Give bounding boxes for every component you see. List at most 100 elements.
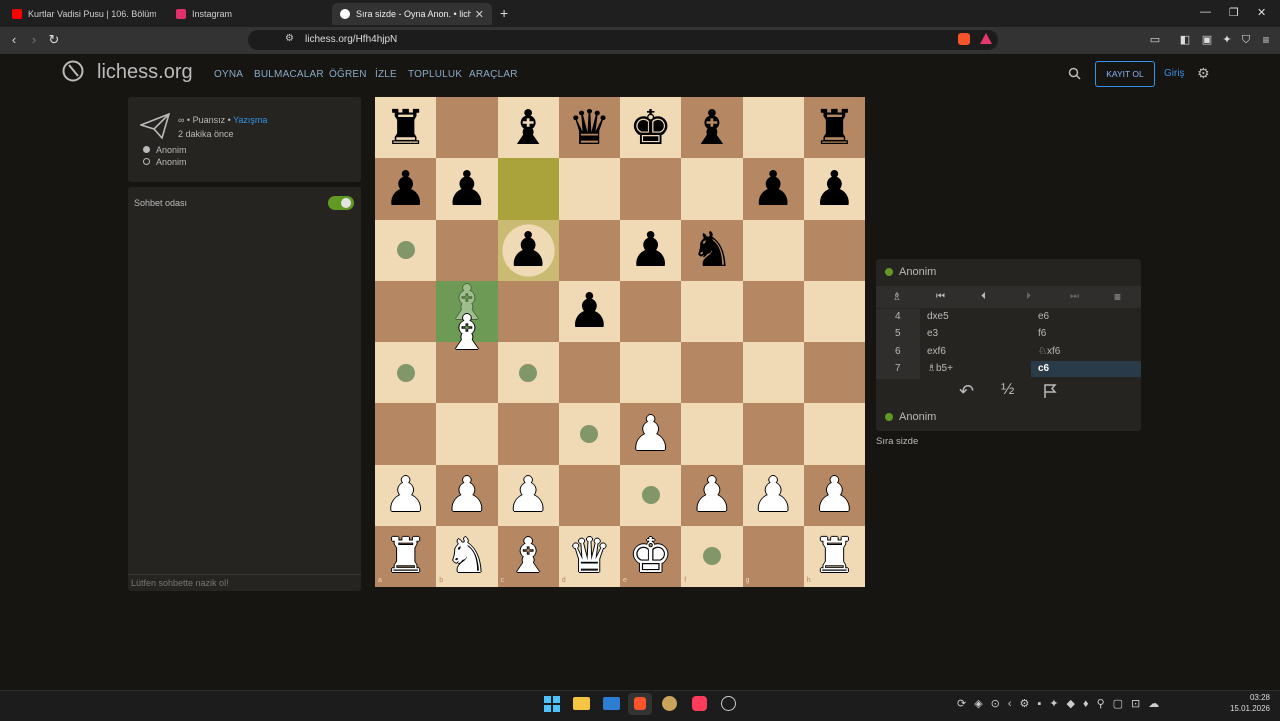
browser-tab-instagram[interactable]: Instagram bbox=[168, 3, 328, 25]
square-d7[interactable] bbox=[558, 158, 620, 220]
photos-icon[interactable] bbox=[603, 697, 620, 710]
square-g5[interactable] bbox=[742, 280, 804, 342]
black-player-name[interactable]: Anonim bbox=[156, 157, 187, 167]
white-rook-h1[interactable]: ♜ bbox=[804, 526, 865, 587]
clock-date[interactable]: 15.01.2026 bbox=[1224, 704, 1270, 713]
square-f4[interactable] bbox=[681, 342, 743, 404]
black-pawn-h7[interactable]: ♟ bbox=[804, 158, 865, 219]
move-dest-e2[interactable] bbox=[641, 486, 660, 505]
clock-time[interactable]: 03:28 bbox=[1244, 693, 1270, 702]
minimize-icon[interactable]: — bbox=[1200, 6, 1211, 18]
square-b8[interactable] bbox=[436, 97, 498, 159]
chatgpt-icon[interactable] bbox=[721, 696, 736, 711]
move-dest-a4[interactable] bbox=[396, 363, 415, 382]
black-rook-h8[interactable]: ♜ bbox=[804, 97, 865, 158]
square-b6[interactable] bbox=[436, 219, 498, 281]
white-pawn-a2[interactable]: ♟ bbox=[375, 465, 436, 526]
white-king-e1[interactable]: ♚ bbox=[620, 526, 681, 587]
browser-tab-youtube[interactable]: Kurtlar Vadisi Pusu | 106. Bölüm | Yük bbox=[4, 3, 164, 25]
black-pawn-d5[interactable]: ♟ bbox=[559, 281, 620, 342]
white-pawn-e3[interactable]: ♟ bbox=[620, 403, 681, 464]
forward-icon[interactable]: › bbox=[26, 32, 42, 48]
move-white[interactable]: dxe5 bbox=[927, 311, 949, 322]
nav-learn[interactable]: ÖĞREN bbox=[329, 69, 367, 80]
close-tab-icon[interactable]: ✕ bbox=[475, 8, 484, 21]
new-tab-icon[interactable]: + bbox=[500, 5, 508, 21]
black-pawn-b7[interactable]: ♟ bbox=[436, 158, 497, 219]
square-h5[interactable] bbox=[803, 280, 865, 342]
login-link[interactable]: Giriş bbox=[1164, 68, 1185, 79]
next-move-icon[interactable]: ⏵ bbox=[1026, 291, 1031, 302]
white-rook-a1[interactable]: ♜ bbox=[375, 526, 436, 587]
square-e7[interactable] bbox=[620, 158, 682, 220]
file-explorer-icon[interactable] bbox=[573, 697, 590, 710]
offer-draw-button[interactable]: ½ bbox=[1001, 381, 1014, 399]
black-pawn-g7[interactable]: ♟ bbox=[743, 158, 804, 219]
prev-move-icon[interactable]: ⏴ bbox=[981, 291, 986, 302]
black-queen-d8[interactable]: ♛ bbox=[559, 97, 620, 158]
music-app-icon[interactable] bbox=[692, 696, 707, 711]
game-app-icon[interactable] bbox=[662, 696, 677, 711]
windows-start-icon[interactable] bbox=[544, 696, 560, 712]
bottom-player-name[interactable]: Anonim bbox=[899, 411, 936, 423]
square-f7[interactable] bbox=[681, 158, 743, 220]
chat-input[interactable]: Lütfen sohbette nazik ol! bbox=[131, 578, 229, 588]
chess-board[interactable]: ♜ ♝ ♛ ♚ ♝ ♜ ♟ ♟ ♟ ♟ ♟ ♟ ♞ ♟ ♟ ♟ ♟ ♟ ♟ ♟ ♟ ♜ ♞ ♝ ♛ ♚ ♜ ♝ ♝ 8 7 6 5 4 3 2 1 a b c… bbox=[375, 97, 865, 587]
white-queen-d1[interactable]: ♛ bbox=[559, 526, 620, 587]
leo-icon[interactable]: ✦ bbox=[1219, 32, 1235, 48]
correspondence-link[interactable]: Yazışma bbox=[233, 115, 267, 125]
square-g3[interactable] bbox=[742, 403, 804, 465]
square-d2[interactable] bbox=[558, 464, 620, 526]
browser-tab-lichess[interactable]: Sıra sizde - Oyna Anon. • lich ✕ bbox=[332, 3, 492, 25]
square-d4[interactable] bbox=[558, 342, 620, 404]
white-pawn-h2[interactable]: ♟ bbox=[804, 465, 865, 526]
nav-puzzles[interactable]: BULMACALAR bbox=[254, 69, 324, 80]
vpn-icon[interactable]: ⛉ bbox=[1238, 32, 1254, 48]
square-h4[interactable] bbox=[803, 342, 865, 404]
white-pawn-g2[interactable]: ♟ bbox=[743, 465, 804, 526]
first-move-icon[interactable]: ⏮ bbox=[936, 291, 945, 302]
menu-icon[interactable]: ≡ bbox=[1258, 32, 1274, 48]
square-h6[interactable] bbox=[803, 219, 865, 281]
move-white[interactable]: exf6 bbox=[927, 346, 946, 357]
square-f5[interactable] bbox=[681, 280, 743, 342]
brave-rewards-icon[interactable] bbox=[980, 33, 992, 44]
square-a3[interactable] bbox=[375, 403, 437, 465]
white-pawn-c2[interactable]: ♟ bbox=[498, 465, 559, 526]
square-g1[interactable] bbox=[742, 525, 804, 587]
top-player-name[interactable]: Anonim bbox=[899, 266, 936, 278]
square-c3[interactable] bbox=[497, 403, 559, 465]
black-pawn-c6[interactable]: ♟ bbox=[497, 219, 559, 281]
black-king-e8[interactable]: ♚ bbox=[620, 97, 681, 158]
brave-shield-icon[interactable] bbox=[958, 33, 970, 45]
wallet-icon[interactable]: ▣ bbox=[1199, 32, 1215, 48]
close-window-icon[interactable]: ✕ bbox=[1257, 6, 1266, 19]
square-e5[interactable] bbox=[620, 280, 682, 342]
takeback-icon[interactable]: ↶ bbox=[959, 381, 974, 402]
reload-icon[interactable]: ↻ bbox=[46, 32, 62, 48]
lichess-logo-icon[interactable] bbox=[62, 60, 84, 82]
signup-button[interactable]: KAYIT OL bbox=[1095, 61, 1155, 87]
maximize-icon[interactable]: ❐ bbox=[1229, 6, 1239, 19]
black-bishop-c8[interactable]: ♝ bbox=[498, 97, 559, 158]
site-logo[interactable]: lichess.org bbox=[97, 61, 193, 84]
white-pawn-b2[interactable]: ♟ bbox=[436, 465, 497, 526]
square-b3[interactable] bbox=[436, 403, 498, 465]
square-g6[interactable] bbox=[742, 219, 804, 281]
move-black[interactable]: ♘xf6 bbox=[1038, 346, 1060, 357]
square-g4[interactable] bbox=[742, 342, 804, 404]
move-black[interactable]: e6 bbox=[1038, 311, 1049, 322]
black-rook-a8[interactable]: ♜ bbox=[375, 97, 436, 158]
black-pawn-e6[interactable]: ♟ bbox=[620, 220, 681, 281]
square-c7[interactable] bbox=[497, 158, 559, 220]
move-white[interactable]: ♗b5+ bbox=[927, 363, 953, 374]
move-black-current[interactable]: c6 bbox=[1038, 363, 1049, 374]
back-icon[interactable]: ‹ bbox=[6, 32, 22, 48]
black-bishop-f8[interactable]: ♝ bbox=[681, 97, 742, 158]
square-a5[interactable] bbox=[375, 280, 437, 342]
move-white[interactable]: e3 bbox=[927, 328, 938, 339]
search-icon[interactable] bbox=[1068, 67, 1081, 80]
flip-board-icon[interactable]: ♗ bbox=[892, 290, 902, 303]
chat-toggle[interactable] bbox=[328, 196, 354, 210]
brave-browser-icon[interactable] bbox=[634, 697, 646, 710]
